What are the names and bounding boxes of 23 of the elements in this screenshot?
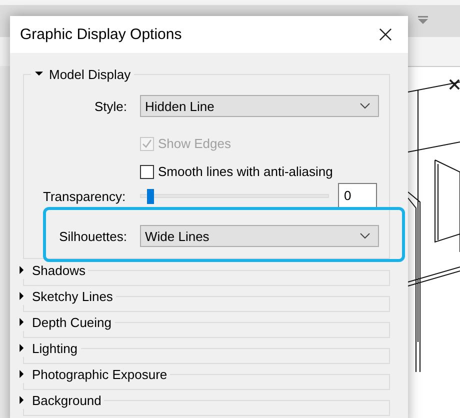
expander-icon [35, 70, 43, 78]
chevron-icon [360, 233, 370, 239]
checkbox-label: Show Edges [158, 136, 231, 151]
silhouettes-dropdown[interactable]: Wide Lines [140, 225, 379, 247]
dropdown-arrow-icon[interactable] [416, 16, 430, 26]
value-field[interactable]: 0 [338, 183, 377, 209]
field-label: Transparency: [43, 188, 127, 204]
dialog-title: Graphic Display Options [20, 26, 182, 43]
field-label: Style: [93, 98, 127, 114]
expander-icon [18, 396, 26, 404]
slider-thumb[interactable] [146, 189, 154, 204]
style-dropdown[interactable]: Hidden Line [140, 95, 379, 117]
checkbox[interactable] [140, 164, 154, 178]
close-icon[interactable] [449, 79, 460, 90]
chevron-icon [360, 103, 370, 109]
expander-icon [18, 344, 26, 352]
expander-icon [18, 266, 26, 274]
close-icon[interactable] [379, 28, 392, 41]
expander-icon [18, 370, 26, 378]
checkbox-label: Smooth lines with anti-aliasing [158, 164, 333, 179]
expander-icon [18, 292, 26, 300]
expander-icon [18, 318, 26, 326]
field-label: Silhouettes: [58, 228, 127, 244]
